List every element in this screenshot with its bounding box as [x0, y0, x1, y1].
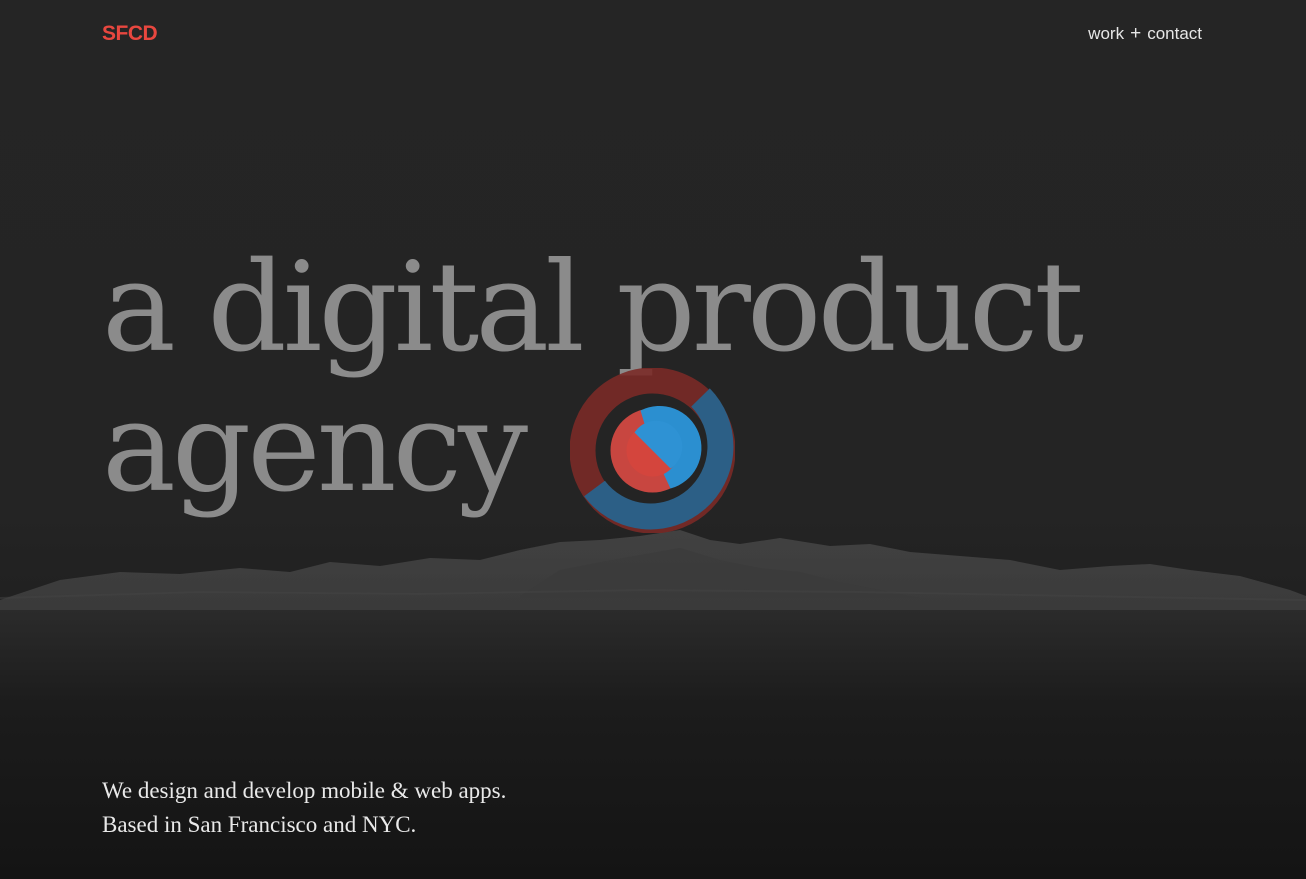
page: SFCD work + contact a digital product agen… — [0, 0, 1306, 879]
nav-work-link[interactable]: work — [1088, 24, 1124, 43]
tagline-line-1: We design and develop mobile & web apps. — [102, 778, 507, 803]
headline-line-1: a digital product — [102, 236, 1084, 380]
tagline-line-2: Based in San Francisco and NYC. — [102, 812, 417, 837]
hero-tagline: We design and develop mobile & web apps.… — [102, 774, 506, 842]
logo-link[interactable]: SFCD — [102, 22, 158, 46]
nav-separator: + — [1130, 23, 1142, 44]
concentric-rings-logo-icon — [570, 368, 735, 533]
nav-contact-link[interactable]: contact — [1147, 24, 1202, 43]
main-nav: work + contact — [1088, 23, 1202, 45]
